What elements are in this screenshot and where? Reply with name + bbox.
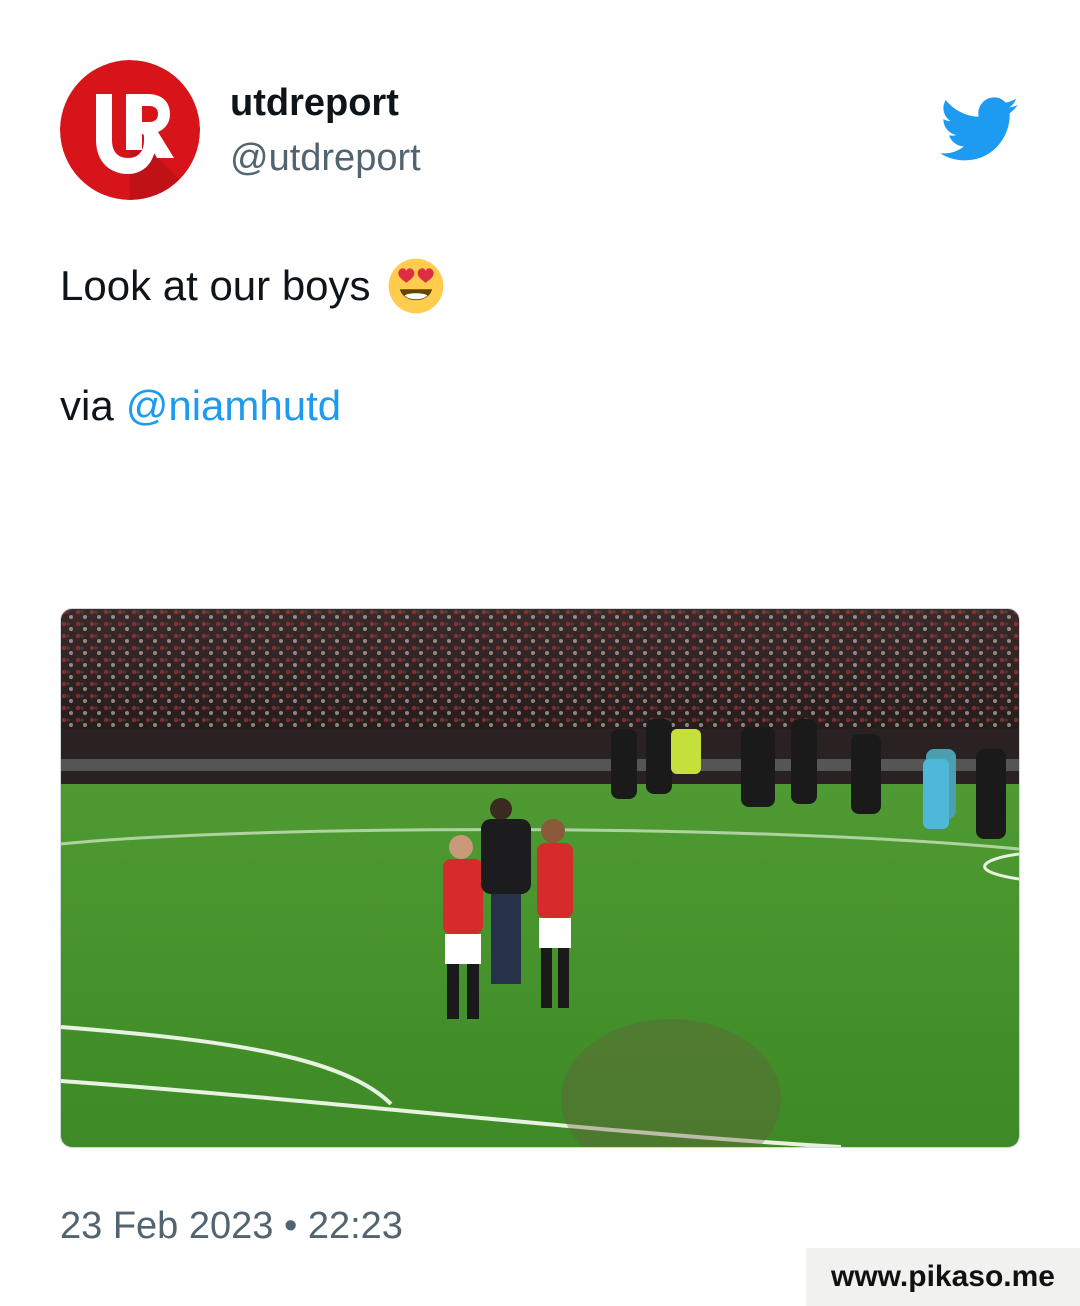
via-label: via: [60, 382, 114, 429]
watermark: www.pikaso.me: [806, 1248, 1080, 1306]
football-celebration-image: [61, 609, 1019, 1147]
author-handle[interactable]: @utdreport: [230, 137, 421, 180]
tweet-timestamp[interactable]: 23 Feb 2023 • 22:23: [60, 1205, 403, 1248]
tweet-media-image[interactable]: [60, 608, 1020, 1148]
twitter-bird-icon[interactable]: [940, 97, 1020, 163]
tweet-text: Look at our boys via @niamhutd: [60, 258, 445, 434]
utd-report-logo-icon: [60, 60, 200, 200]
tweet-text-line: Look at our boys: [60, 262, 371, 309]
heart-eyes-emoji-icon: [388, 258, 443, 314]
avatar[interactable]: [60, 60, 200, 200]
mention-link[interactable]: @niamhutd: [126, 378, 341, 434]
author-display-name[interactable]: utdreport: [230, 82, 399, 125]
